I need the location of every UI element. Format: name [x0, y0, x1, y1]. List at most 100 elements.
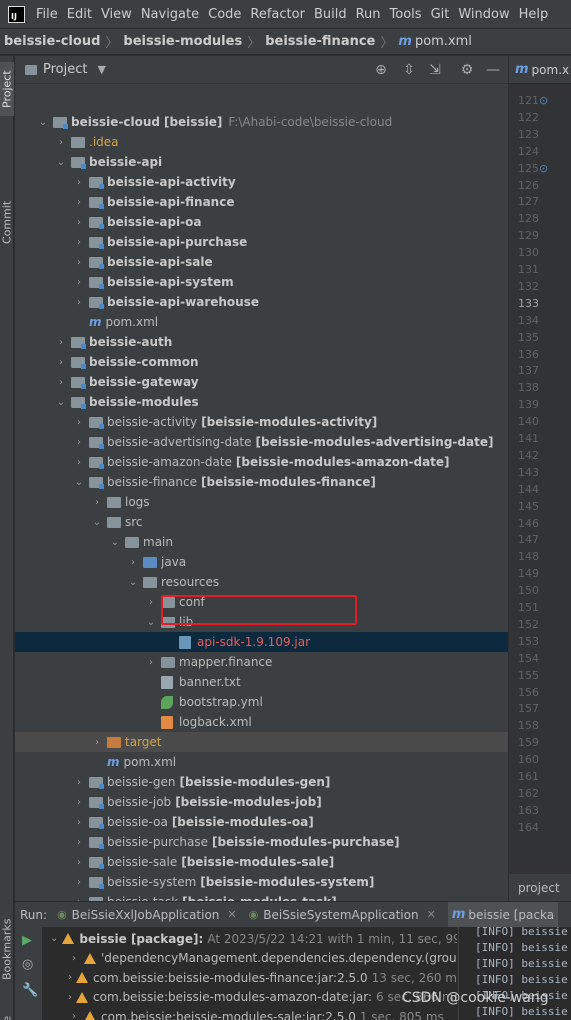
tree-item[interactable]: › beissie-api-sale — [15, 252, 508, 272]
tree-item[interactable]: api-sdk-1.9.109.jar — [15, 632, 508, 652]
editor-tab-pom[interactable]: pom.x — [532, 63, 570, 77]
menu-item[interactable]: Run — [356, 7, 381, 22]
chevron-right-icon[interactable]: › — [73, 257, 85, 268]
chevron-right-icon[interactable]: › — [145, 597, 157, 608]
tree-item[interactable]: ⌄ beissie-cloud [beissie] F:\Ahabi-code\bei… — [15, 112, 508, 132]
tree-item[interactable]: › beissie-gen [beissie-modules-gen] — [15, 772, 508, 792]
tree-item[interactable]: › beissie-gateway — [15, 372, 508, 392]
toggle-view-icon[interactable]: ◎ — [22, 957, 33, 972]
chevron-right-icon[interactable]: › — [73, 797, 85, 808]
tree-item[interactable]: › beissie-api-warehouse — [15, 292, 508, 312]
chevron-right-icon[interactable]: › — [68, 1011, 80, 1020]
expand-all-icon[interactable]: ⇳ — [401, 62, 417, 78]
tree-item[interactable]: ⌄ beissie-finance [beissie-modules-finance… — [15, 472, 508, 492]
chevron-right-icon[interactable]: › — [145, 657, 157, 668]
chevron-right-icon[interactable]: › — [73, 857, 85, 868]
build-result-row[interactable]: › com.beissie:beissie-modules-amazon-date… — [44, 988, 457, 1007]
tree-item[interactable]: › logs — [15, 492, 508, 512]
collapse-all-icon[interactable]: ⇲ — [427, 62, 443, 78]
tool-tab-project[interactable]: Project — [0, 62, 14, 116]
build-result-row[interactable]: › 'dependencyManagement.dependencies.depe… — [44, 949, 457, 968]
tree-item[interactable]: › beissie-api-oa — [15, 212, 508, 232]
tree-item[interactable]: banner.txt — [15, 672, 508, 692]
tree-item[interactable]: › beissie-oa [beissie-modules-oa] — [15, 812, 508, 832]
locate-icon[interactable]: ⊕ — [373, 62, 389, 78]
tree-item[interactable]: › beissie-common — [15, 352, 508, 372]
run-tab[interactable]: ◉ BeiSsieXxlJobApplication ✕ — [57, 908, 237, 922]
tree-item[interactable]: m pom.xml — [15, 312, 508, 332]
chevron-right-icon[interactable]: › — [55, 137, 67, 148]
tree-item[interactable]: › beissie-purchase [beissie-modules-purcha… — [15, 832, 508, 852]
tree-item[interactable]: logback.xml — [15, 712, 508, 732]
chevron-right-icon[interactable]: › — [73, 817, 85, 828]
tree-item[interactable]: ⌄ resources — [15, 572, 508, 592]
tree-item[interactable]: › beissie-activity [beissie-modules-activi… — [15, 412, 508, 432]
chevron-down-icon[interactable]: ⌄ — [37, 117, 49, 128]
tree-item[interactable]: ⌄ src — [15, 512, 508, 532]
chevron-right-icon[interactable]: › — [73, 297, 85, 308]
chevron-right-icon[interactable]: › — [73, 437, 85, 448]
tree-item[interactable]: › beissie-api-system — [15, 272, 508, 292]
breadcrumb-item[interactable]: beissie-cloud — [4, 34, 100, 49]
tree-item[interactable]: › beissie-api-purchase — [15, 232, 508, 252]
override-marker-icon[interactable]: ⊙ — [539, 94, 548, 107]
chevron-right-icon[interactable]: › — [73, 457, 85, 468]
wrench-icon[interactable]: 🔧 — [22, 983, 38, 998]
tree-item[interactable]: › java — [15, 552, 508, 572]
tree-item[interactable]: › beissie-advertising-date [beissie-module… — [15, 432, 508, 452]
menu-item[interactable]: Build — [314, 7, 347, 22]
chevron-right-icon[interactable]: › — [73, 877, 85, 888]
tree-item[interactable]: › mapper.finance — [15, 652, 508, 672]
chevron-right-icon[interactable]: › — [73, 197, 85, 208]
menu-item[interactable]: Refactor — [250, 7, 305, 22]
menu-item[interactable]: Code — [208, 7, 241, 22]
breadcrumb-file[interactable]: pom.xml — [415, 34, 472, 49]
menu-item[interactable]: Edit — [67, 7, 92, 22]
chevron-down-icon[interactable]: ⌄ — [55, 397, 67, 408]
tree-item[interactable]: ⌄ beissie-modules — [15, 392, 508, 412]
tree-item[interactable]: › beissie-sale [beissie-modules-sale] — [15, 852, 508, 872]
tool-tab-structure[interactable]: Structure — [0, 1011, 14, 1020]
override-marker-icon[interactable]: ⊙ — [539, 162, 548, 175]
chevron-right-icon[interactable]: › — [55, 357, 67, 368]
settings-icon[interactable]: ⚙ — [459, 62, 475, 78]
breadcrumb-item[interactable]: beissie-modules — [123, 34, 242, 49]
run-tab-active[interactable]: m beissie [packa — [447, 902, 559, 927]
chevron-right-icon[interactable]: › — [73, 237, 85, 248]
chevron-down-icon[interactable]: ⌄ — [91, 517, 103, 528]
chevron-right-icon[interactable]: › — [55, 337, 67, 348]
menu-item[interactable]: Tools — [390, 7, 422, 22]
tree-item[interactable]: › target — [15, 732, 508, 752]
tree-item[interactable]: › beissie-job [beissie-modules-job] — [15, 792, 508, 812]
chevron-right-icon[interactable]: › — [68, 972, 72, 983]
project-footer-tab[interactable]: project — [509, 874, 571, 901]
chevron-down-icon[interactable]: ⌄ — [127, 577, 139, 588]
chevron-right-icon[interactable]: › — [91, 737, 103, 748]
chevron-right-icon[interactable]: › — [73, 417, 85, 428]
tree-item[interactable]: ⌄ beissie-api — [15, 152, 508, 172]
tree-item[interactable]: › beissie-api-finance — [15, 192, 508, 212]
tree-item[interactable]: m pom.xml — [15, 752, 508, 772]
chevron-down-icon[interactable]: ⌄ — [55, 157, 67, 168]
close-icon[interactable]: ✕ — [227, 908, 236, 921]
chevron-down-icon[interactable]: ⌄ — [73, 477, 85, 488]
build-result-row[interactable]: › com.beissie:beissie-modules-sale:jar:2.… — [44, 1007, 457, 1020]
chevron-right-icon[interactable]: › — [127, 557, 139, 568]
menu-item[interactable]: Navigate — [141, 7, 199, 22]
project-view-selector[interactable]: Project — [43, 62, 87, 77]
chevron-right-icon[interactable]: › — [73, 837, 85, 848]
chevron-right-icon[interactable]: › — [91, 497, 103, 508]
rerun-icon[interactable]: ▶ — [22, 933, 32, 948]
menu-item[interactable]: Window — [458, 7, 509, 22]
tree-item[interactable]: › beissie-api-activity — [15, 172, 508, 192]
chevron-right-icon[interactable]: › — [73, 177, 85, 188]
tree-item[interactable]: › .idea — [15, 132, 508, 152]
tree-item[interactable]: › beissie-system [beissie-modules-system] — [15, 872, 508, 892]
menu-item[interactable]: File — [36, 7, 58, 22]
tree-item[interactable]: ⌄ main — [15, 532, 508, 552]
chevron-right-icon[interactable]: › — [73, 277, 85, 288]
tool-tab-bookmarks[interactable]: Bookmarks — [0, 914, 14, 984]
chevron-right-icon[interactable]: › — [55, 377, 67, 388]
tree-item[interactable]: bootstrap.yml — [15, 692, 508, 712]
menu-item[interactable]: Help — [519, 7, 549, 22]
